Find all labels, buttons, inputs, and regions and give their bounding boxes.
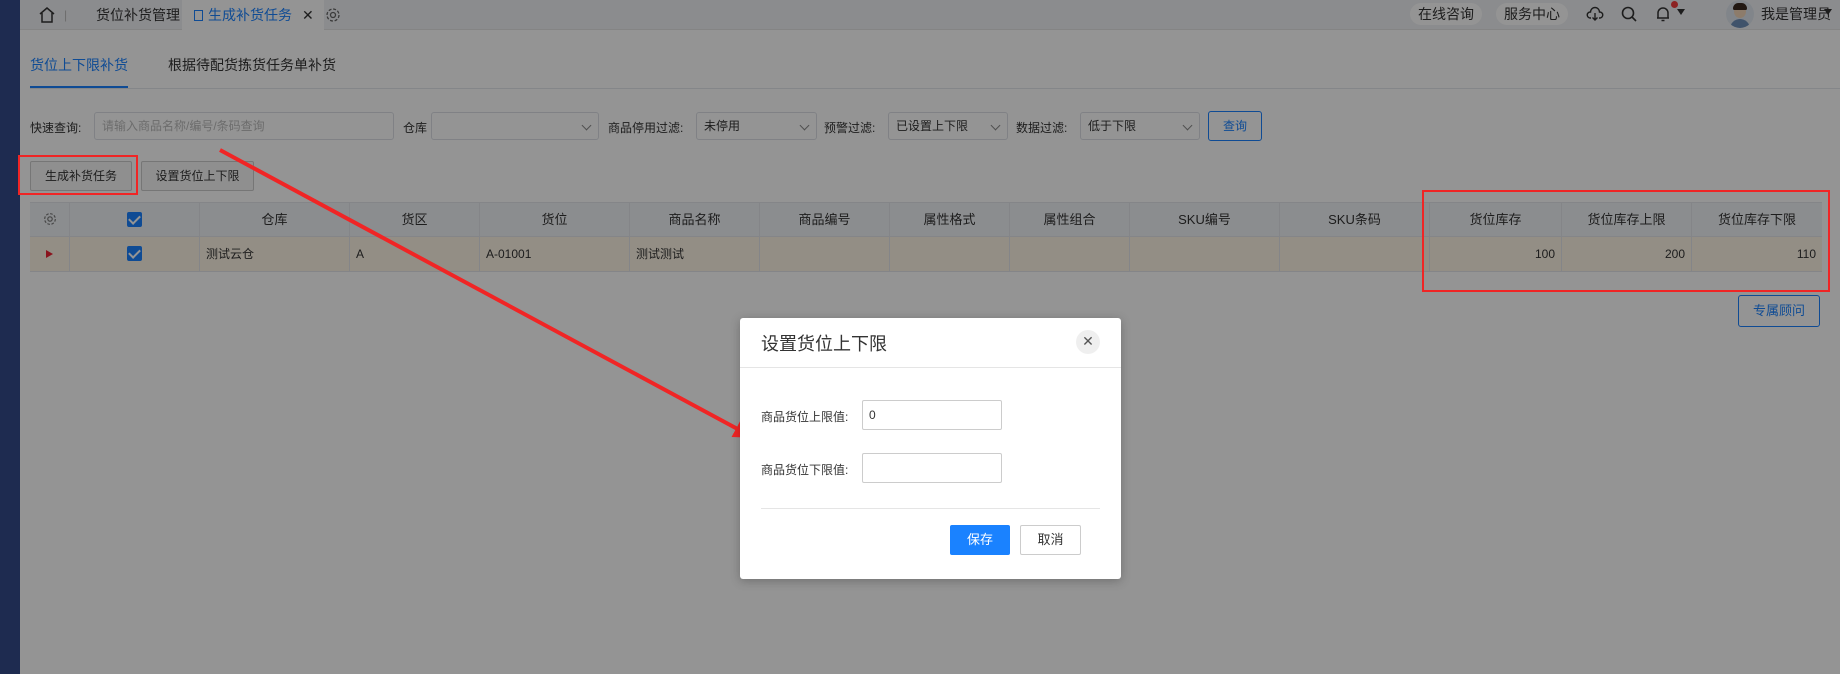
set-limits-dialog: 设置货位上下限 ✕ 商品货位上限值: 0 商品货位下限值: 保存 取消 [740, 318, 1121, 579]
close-icon[interactable]: ✕ [1076, 330, 1100, 354]
lower-limit-input[interactable] [862, 453, 1002, 483]
dialog-title: 设置货位上下限 [761, 334, 887, 354]
cancel-button[interactable]: 取消 [1020, 525, 1081, 555]
upper-limit-label: 商品货位上限值: [761, 410, 849, 424]
divider [761, 508, 1100, 509]
lower-limit-label: 商品货位下限值: [761, 463, 849, 477]
save-button[interactable]: 保存 [950, 525, 1010, 555]
upper-limit-input[interactable]: 0 [862, 400, 1002, 430]
divider [740, 367, 1121, 368]
